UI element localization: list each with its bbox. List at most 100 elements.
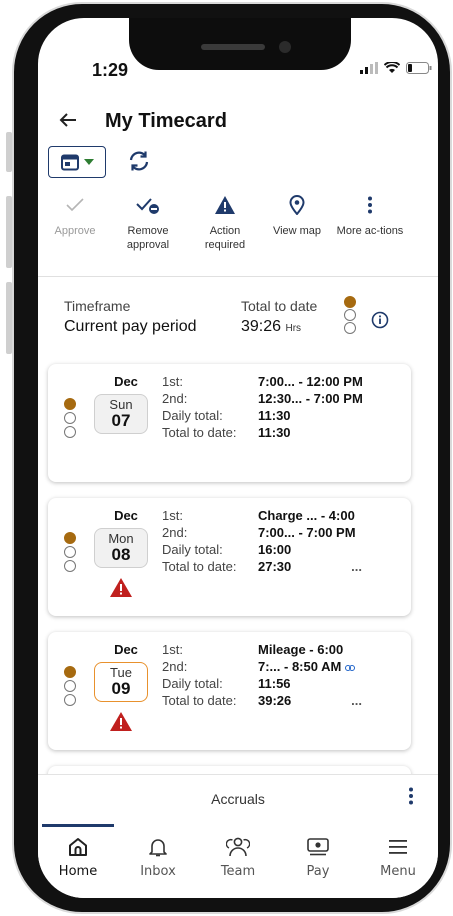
day-card[interactable]: Dec Tue 09 1st: Mileage - 6:00 2nd: 7:... … (48, 632, 411, 750)
more-ellipsis[interactable]: ... (351, 693, 362, 708)
row-value: 7:... - 8:50 AM (258, 659, 355, 674)
punch-row: 2nd: 7:00... - 7:00 PM (162, 525, 402, 542)
more-ellipsis[interactable]: ... (351, 559, 362, 574)
row-value: 16:00 (258, 542, 292, 557)
nav-label: Menu (380, 864, 416, 879)
alert-icon[interactable] (110, 712, 132, 736)
row-key: Daily total: (162, 676, 223, 691)
punch-row: Total to date: 11:30 (162, 425, 402, 442)
punch-row: 1st: Mileage - 6:00 (162, 642, 402, 659)
more-actions-button[interactable]: More ac-tions (334, 192, 406, 238)
calendar-dropdown[interactable] (48, 146, 106, 178)
map-pin-icon (289, 195, 305, 215)
nav-home[interactable]: Home (38, 834, 118, 879)
status-dot-empty (64, 546, 76, 558)
app-header: My Timecard (38, 104, 438, 144)
refresh-icon[interactable] (126, 148, 152, 179)
row-value: 12:30... - 7:00 PM (258, 391, 363, 406)
team-icon (226, 837, 250, 857)
notch (129, 18, 351, 70)
view-map-label: View map (272, 225, 322, 237)
day-of-week: Sun (109, 397, 133, 412)
row-key: Total to date: (162, 693, 237, 708)
calendar-icon (61, 154, 79, 171)
signal-icon (360, 62, 378, 74)
day-status-dots (64, 666, 76, 706)
battery-icon (406, 62, 432, 74)
row-value: 7:00... - 12:00 PM (258, 374, 363, 389)
punch-row: Daily total: 16:00 (162, 542, 402, 559)
row-value: 11:30 (258, 425, 291, 440)
action-required-label: Action required (204, 225, 246, 251)
total-to-date-label: Total to date (241, 298, 318, 314)
nav-menu[interactable]: Menu (358, 834, 438, 879)
row-key: Daily total: (162, 542, 223, 557)
nav-label: Inbox (140, 864, 176, 879)
status-dots (344, 296, 356, 334)
total-unit: Hrs (285, 323, 302, 334)
punch-row: 1st: Charge ... - 4:00 (162, 508, 402, 525)
divider (38, 276, 438, 277)
nav-label: Team (220, 864, 256, 879)
status-dot-filled (64, 398, 76, 410)
day-month: Dec (114, 508, 138, 523)
accruals-bar[interactable]: Accruals (38, 774, 438, 824)
info-icon[interactable] (371, 311, 389, 334)
day-number: 08 (111, 545, 131, 564)
row-key: 1st: (162, 374, 183, 389)
remove-approval-button[interactable]: Remove approval (112, 192, 184, 252)
toolbar (38, 142, 438, 182)
punch-rows: 1st: Mileage - 6:00 2nd: 7:... - 8:50 AM D… (162, 642, 402, 710)
day-status-dots (64, 532, 76, 572)
phone-frame: 1:29 My Timecard Approve Remove approval… (0, 0, 453, 916)
status-time: 1:29 (92, 60, 129, 80)
row-value: 11:30 (258, 408, 291, 423)
approve-button[interactable]: Approve (39, 192, 111, 238)
day-card[interactable]: Dec Sun 07 1st: 7:00... - 12:00 PM 2nd: 12… (48, 364, 411, 482)
row-key: Daily total: (162, 408, 223, 423)
row-key: 1st: (162, 642, 183, 657)
nav-pay[interactable]: Pay (278, 834, 358, 879)
row-value: Mileage - 6:00 (258, 642, 344, 657)
total-hours: 39:26 (241, 318, 282, 335)
row-value: 27:30 (258, 559, 292, 574)
row-value: 7:00... - 7:00 PM (258, 525, 356, 540)
day-status-dots (64, 398, 76, 438)
day-of-week: Tue (110, 665, 132, 680)
back-arrow-icon[interactable] (58, 110, 78, 136)
timeframe-value[interactable]: Current pay period (64, 318, 197, 336)
approve-label: Approve (54, 225, 96, 237)
action-required-button[interactable]: Action required (189, 192, 261, 252)
total-to-date-value: 39:26 Hrs (241, 318, 301, 336)
screen: 1:29 My Timecard Approve Remove approval… (38, 18, 438, 898)
row-key: Total to date: (162, 559, 237, 574)
nav-team[interactable]: Team (198, 834, 278, 879)
status-dot-empty (64, 680, 76, 692)
day-number: 07 (111, 411, 131, 430)
nav-inbox[interactable]: Inbox (118, 834, 198, 879)
nav-label: Home (58, 864, 98, 879)
home-icon (69, 838, 87, 856)
day-date-box-today: Tue 09 (94, 662, 148, 702)
more-vertical-icon (368, 196, 372, 214)
more-vertical-icon[interactable] (408, 787, 414, 810)
day-number: 09 (111, 679, 131, 698)
punch-rows: 1st: 7:00... - 12:00 PM 2nd: 12:30... - 7:… (162, 374, 402, 442)
speaker (201, 44, 265, 50)
timeframe-label: Timeframe (64, 298, 131, 314)
punch-row: 2nd: 7:... - 8:50 AM (162, 659, 402, 676)
punch-row: Daily total: 11:56 (162, 676, 402, 693)
status-dot-empty (344, 309, 356, 321)
alert-icon[interactable] (110, 578, 132, 602)
status-dot-empty (64, 694, 76, 706)
status-dot-filled (64, 666, 76, 678)
caret-down-icon (84, 159, 94, 165)
more-actions-label: More ac-tions (336, 225, 404, 237)
bell-icon (149, 839, 167, 857)
page-title: My Timecard (105, 110, 227, 132)
pay-icon (307, 838, 329, 856)
punch-row: Total to date: 27:30... (162, 559, 402, 576)
status-dot-empty (64, 560, 76, 572)
view-map-button[interactable]: View map (261, 192, 333, 238)
day-card[interactable]: Dec Mon 08 1st: Charge ... - 4:00 2nd: 7:0… (48, 498, 411, 616)
